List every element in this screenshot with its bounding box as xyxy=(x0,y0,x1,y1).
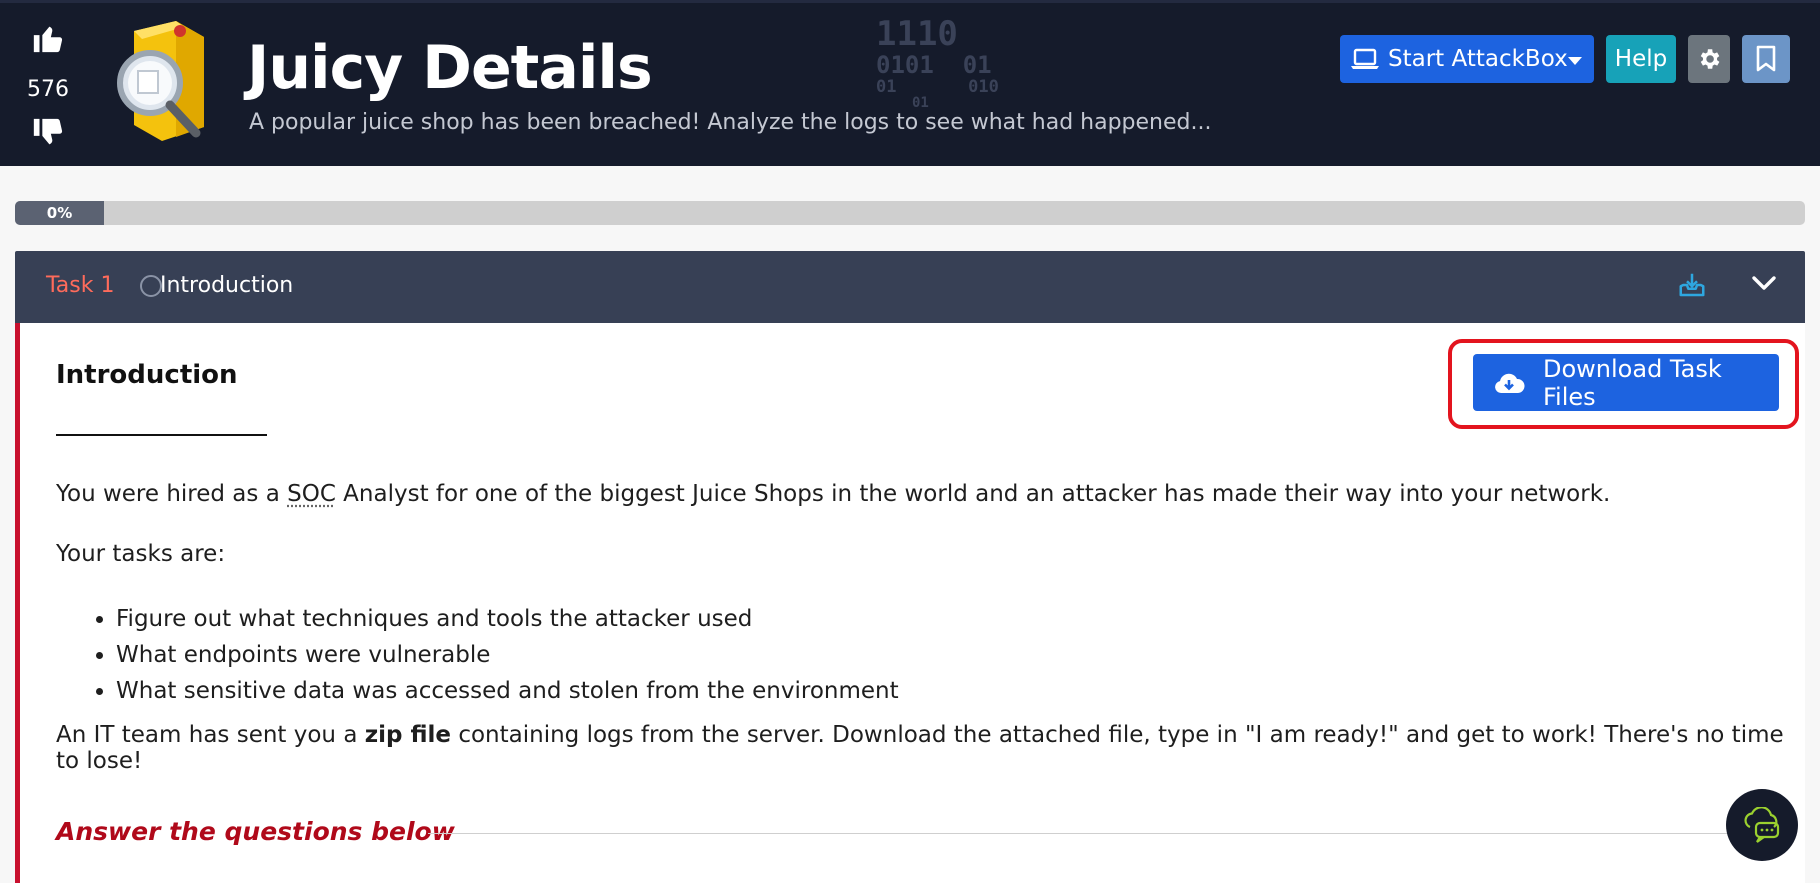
caret-down-icon[interactable] xyxy=(1568,46,1582,72)
start-attackbox-button[interactable]: Start AttackBox xyxy=(1340,35,1594,83)
room-title: Juicy Details xyxy=(247,33,653,103)
soc-abbreviation[interactable]: SOC xyxy=(287,481,336,507)
section-heading: Introduction xyxy=(56,360,238,390)
vote-widget: 576 xyxy=(20,21,76,154)
thumbs-down-icon[interactable] xyxy=(20,116,76,154)
heading-divider xyxy=(56,434,267,436)
progress-fill: 0% xyxy=(15,201,104,225)
tasks-intro: Your tasks are: xyxy=(56,541,226,567)
list-item: Figure out what techniques and tools the… xyxy=(116,601,899,637)
bookmark-button[interactable] xyxy=(1742,35,1790,83)
task-header[interactable]: Task 1 Introduction xyxy=(15,251,1805,323)
chat-button[interactable] xyxy=(1726,789,1798,861)
zip-file-emphasis: zip file xyxy=(364,722,452,748)
answer-divider xyxy=(428,833,1748,834)
task-title: Introduction xyxy=(160,273,294,298)
cloud-download-icon xyxy=(1493,371,1525,395)
download-tray-icon[interactable] xyxy=(1677,270,1707,304)
download-task-files-label: Download Task Files xyxy=(1543,354,1722,411)
task-status-icon xyxy=(140,275,162,297)
room-header: 576 1110 0101 01 01 010 01 Juicy Details… xyxy=(0,0,1820,166)
download-task-files-button[interactable]: Download Task Files xyxy=(1473,354,1779,411)
vote-count: 576 xyxy=(27,77,69,102)
zip-paragraph: An IT team has sent you a zip file conta… xyxy=(56,722,1784,774)
task-number: Task 1 xyxy=(46,273,115,298)
start-attackbox-label: Start AttackBox xyxy=(1388,46,1568,72)
bookmark-icon xyxy=(1755,45,1777,73)
task-list: Figure out what techniques and tools the… xyxy=(56,601,899,709)
room-subtitle: A popular juice shop has been breached! … xyxy=(249,110,1212,135)
intro-paragraph: You were hired as a SOC Analyst for one … xyxy=(56,481,1611,507)
list-item: What endpoints were vulnerable xyxy=(116,637,899,673)
thumbs-up-icon[interactable] xyxy=(20,21,76,59)
gear-icon xyxy=(1696,46,1722,72)
task-content: Introduction Download Task Files You wer… xyxy=(15,323,1805,883)
chevron-down-icon[interactable] xyxy=(1751,275,1777,295)
settings-button[interactable] xyxy=(1688,35,1730,83)
help-button[interactable]: Help xyxy=(1606,35,1676,83)
laptop-icon xyxy=(1350,47,1380,71)
room-logo xyxy=(104,17,216,151)
list-item: What sensitive data was accessed and sto… xyxy=(116,673,899,709)
room-progress-bar: 0% xyxy=(15,201,1805,225)
chat-icon xyxy=(1742,807,1782,843)
answer-questions-heading: Answer the questions below xyxy=(56,817,455,846)
